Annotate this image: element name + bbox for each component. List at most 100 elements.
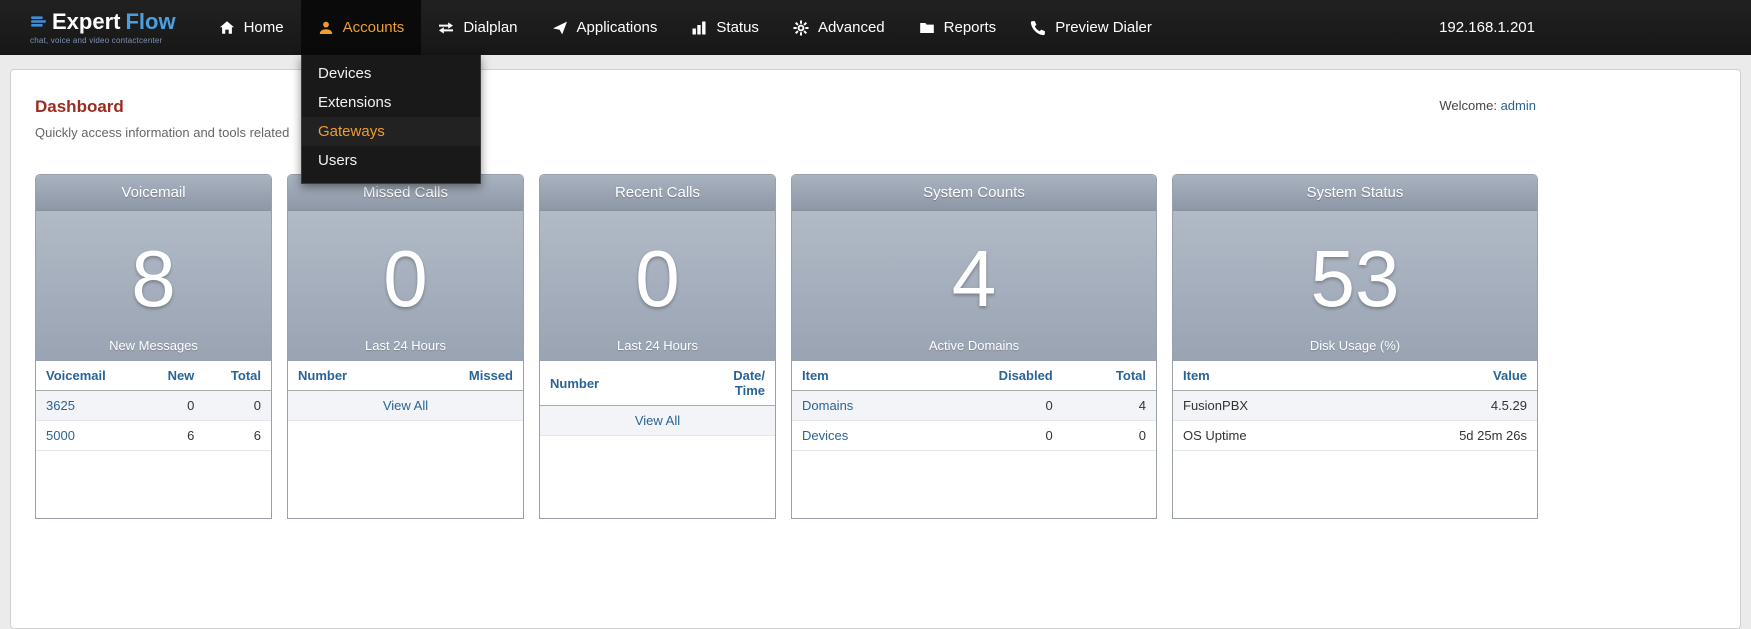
card-caption: Active Domains	[792, 338, 1156, 353]
nav-menu: Home Accounts Dialplan Applications Status Ad…	[202, 0, 1169, 55]
dropdown-item-extensions[interactable]: Extensions	[302, 88, 480, 117]
logo-icon	[30, 13, 47, 30]
card-recent-calls: Recent Calls0Last 24 HoursNumberDate/ Ti…	[539, 174, 776, 519]
nav-item-label: Advanced	[818, 19, 885, 36]
card-system-status: System Status 53 Disk Usage (%) ItemValueFu…	[1172, 174, 1538, 519]
card-system-counts: System Counts 4 Active Domains ItemDisabled…	[791, 174, 1157, 519]
logo-tagline: chat, voice and video contactcenter	[30, 36, 176, 45]
preview-dialer-icon	[1030, 20, 1046, 36]
nav-item-reports[interactable]: Reports	[902, 0, 1014, 55]
table-header-row: ItemValue	[1173, 361, 1537, 391]
card-caption: New Messages	[36, 338, 271, 353]
table-cell: 0	[142, 391, 204, 421]
welcome-text: Welcome: admin	[1439, 98, 1536, 113]
table-cell: Devices	[792, 421, 925, 451]
advanced-icon	[793, 20, 809, 36]
table-cell: 5d 25m 26s	[1352, 421, 1537, 451]
nav-item-label: Applications	[577, 19, 658, 36]
column-header: Value	[1352, 361, 1537, 391]
column-header: Disabled	[925, 361, 1063, 391]
card-hero: 0Last 24 Hours	[540, 211, 775, 361]
view-all-cell: View All	[288, 391, 523, 421]
card-hero: 53 Disk Usage (%)	[1173, 211, 1537, 361]
dropdown-item-users[interactable]: Users	[302, 146, 480, 175]
table-row: View All	[540, 406, 775, 436]
card-title: Voicemail	[36, 175, 271, 211]
nav-item-label: Accounts	[343, 19, 405, 36]
view-all-link[interactable]: View All	[383, 398, 428, 413]
card-caption: Disk Usage (%)	[1173, 338, 1537, 353]
nav-item-label: Preview Dialer	[1055, 19, 1152, 36]
table-row: FusionPBX4.5.29	[1173, 391, 1537, 421]
dropdown-item-gateways[interactable]: Gateways	[302, 117, 480, 146]
nav-item-label: Home	[244, 19, 284, 36]
nav-item-dialplan[interactable]: Dialplan	[421, 0, 534, 55]
row-link[interactable]: 3625	[46, 398, 75, 413]
table-header-row: NumberDate/ Time	[540, 361, 775, 406]
row-link[interactable]: 5000	[46, 428, 75, 443]
nav-item-home[interactable]: Home	[202, 0, 301, 55]
table-cell: 6	[204, 421, 271, 451]
welcome-user-link[interactable]: admin	[1501, 98, 1536, 113]
table-cell: 4.5.29	[1352, 391, 1537, 421]
nav-item-advanced[interactable]: Advanced	[776, 0, 902, 55]
app-logo[interactable]: ExpertFlow chat, voice and video contact…	[30, 0, 176, 55]
server-ip: 192.168.1.201	[1439, 0, 1751, 55]
top-navbar: ExpertFlow chat, voice and video contact…	[0, 0, 1751, 55]
card-caption: Last 24 Hours	[288, 338, 523, 353]
column-header: Item	[1173, 361, 1352, 391]
table-cell: Domains	[792, 391, 925, 421]
card-number: 53	[1311, 239, 1400, 319]
view-all-link[interactable]: View All	[635, 413, 680, 428]
dropdown-item-devices[interactable]: Devices	[302, 59, 480, 88]
row-link[interactable]: Domains	[802, 398, 853, 413]
card-table: NumberDate/ Time View All	[540, 361, 775, 436]
dialplan-icon	[438, 20, 454, 36]
card-caption: Last 24 Hours	[540, 338, 775, 353]
logo-text-flow: Flow	[125, 11, 175, 33]
applications-icon	[552, 20, 568, 36]
nav-item-status[interactable]: Status	[674, 0, 776, 55]
welcome-label: Welcome:	[1439, 98, 1497, 113]
status-icon	[691, 20, 707, 36]
card-number: 4	[952, 239, 997, 319]
column-header: Item	[792, 361, 925, 391]
card-hero: 4 Active Domains	[792, 211, 1156, 361]
table-cell: 0	[925, 391, 1063, 421]
page-subtitle: Quickly access information and tools rel…	[35, 125, 1740, 140]
nav-item-label: Reports	[944, 19, 997, 36]
card-table: ItemDisabledTotalDomains04Devices00	[792, 361, 1156, 451]
nav-item-applications[interactable]: Applications	[535, 0, 675, 55]
card-number: 8	[131, 239, 176, 319]
card-title: System Counts	[792, 175, 1156, 211]
table-row: Devices00	[792, 421, 1156, 451]
logo-wordmark: ExpertFlow	[30, 11, 176, 33]
column-header: Total	[204, 361, 271, 391]
card-title: Recent Calls	[540, 175, 775, 211]
home-icon	[219, 20, 235, 36]
table-row: Domains04	[792, 391, 1156, 421]
card-title: System Status	[1173, 175, 1537, 211]
column-header: Number	[540, 361, 674, 406]
table-header-row: NumberMissed	[288, 361, 523, 391]
dashboard-cards: Voicemail 8 New Messages VoicemailNewTotal 3…	[11, 140, 1740, 519]
table-cell: OS Uptime	[1173, 421, 1352, 451]
table-row: View All	[288, 391, 523, 421]
user-icon	[318, 20, 334, 36]
nav-item-preview-dialer[interactable]: Preview Dialer	[1013, 0, 1169, 55]
card-hero: 0 Last 24 Hours	[288, 211, 523, 361]
table-row: 362500	[36, 391, 271, 421]
card-table: NumberMissed View All	[288, 361, 523, 421]
table-cell: 6	[142, 421, 204, 451]
nav-item-label: Dialplan	[463, 19, 517, 36]
card-table: ItemValueFusionPBX4.5.29OS Uptime5d 25m …	[1173, 361, 1537, 451]
column-header: Missed	[410, 361, 523, 391]
table-cell: 0	[925, 421, 1063, 451]
card-number: 0	[383, 239, 428, 319]
nav-item-accounts[interactable]: Accounts	[301, 0, 422, 55]
accounts-dropdown-menu: DevicesExtensionsGatewaysUsers	[301, 55, 481, 184]
row-link[interactable]: Devices	[802, 428, 848, 443]
table-header-row: VoicemailNewTotal	[36, 361, 271, 391]
column-header: Number	[288, 361, 410, 391]
table-cell: 5000	[36, 421, 142, 451]
